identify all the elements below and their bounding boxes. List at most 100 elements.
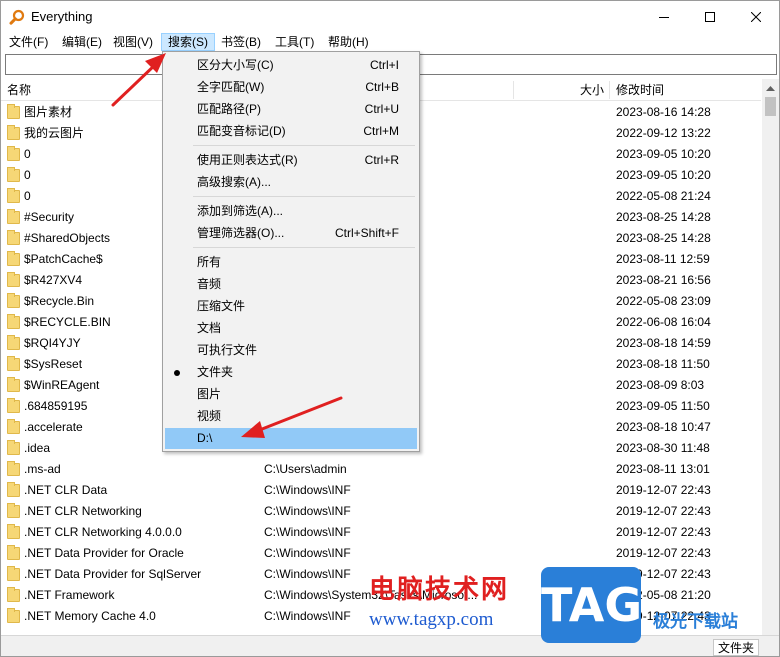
folder-icon — [7, 377, 20, 392]
menu-item-shortcut: Ctrl+Shift+F — [334, 226, 399, 240]
menu-item-label: 可执行文件 — [197, 343, 258, 357]
folder-icon — [7, 293, 20, 308]
folder-icon — [7, 461, 20, 476]
watermark-title: 电脑技术网 — [369, 574, 510, 604]
file-name: .NET Framework — [24, 588, 115, 602]
menu-item-shortcut: Ctrl+U — [364, 102, 399, 116]
file-modified: 2023-08-21 16:56 — [616, 273, 711, 287]
window-title: Everything — [31, 9, 93, 24]
search-menu-item[interactable]: D:\ — [165, 428, 417, 449]
menu-item-shortcut: Ctrl+B — [365, 80, 399, 94]
menu-item-shortcut: Ctrl+I — [369, 58, 399, 72]
column-modified[interactable]: 修改时间 — [616, 79, 664, 101]
search-menu-item[interactable]: 压缩文件 — [165, 296, 417, 317]
search-menu-item[interactable]: 音频 — [165, 274, 417, 295]
menu-file[interactable]: 文件(F) — [3, 33, 54, 51]
menu-separator — [193, 247, 415, 248]
menu-item-label: 使用正则表达式(R) — [197, 153, 298, 167]
menu-item-label: 压缩文件 — [197, 299, 246, 313]
file-modified: 2022-09-12 13:22 — [616, 126, 711, 140]
folder-icon — [7, 314, 20, 329]
table-row[interactable]: .NET CLR Data C:\Windows\INF 2019-12-07 22… — [1, 480, 761, 501]
menu-item-label: 音频 — [197, 277, 222, 291]
menu-item-label: 全字匹配(W) — [197, 80, 265, 94]
file-modified: 2023-08-11 12:59 — [616, 252, 710, 266]
search-menu-item[interactable]: 视频 — [165, 406, 417, 427]
search-menu-item[interactable]: 添加到筛选(A)... — [165, 201, 417, 222]
table-row[interactable]: .NET CLR Networking 4.0.0.0 C:\Windows\IN… — [1, 522, 761, 543]
file-name: .NET Data Provider for SqlServer — [24, 567, 202, 581]
file-modified: 2022-05-08 21:24 — [616, 189, 711, 203]
menu-help[interactable]: 帮助(H) — [322, 33, 375, 51]
folder-icon — [7, 272, 20, 287]
table-row[interactable]: .NET Data Provider for Oracle C:\Windows\… — [1, 543, 761, 564]
search-menu-item[interactable]: 所有 — [165, 252, 417, 273]
scroll-thumb[interactable] — [765, 97, 776, 116]
folder-icon — [7, 524, 20, 539]
column-divider[interactable] — [609, 81, 610, 99]
magnifier-app-icon — [9, 9, 25, 25]
search-menu-item[interactable]: 匹配变音标记(D) Ctrl+M — [165, 121, 417, 142]
file-modified: 2022-06-08 16:04 — [616, 315, 711, 329]
folder-icon — [7, 587, 20, 602]
menu-separator — [193, 196, 415, 197]
chevron-up-icon — [766, 85, 775, 91]
file-modified: 2019-12-07 22:43 — [616, 483, 711, 497]
search-menu-item[interactable]: 高级搜索(A)... — [165, 172, 417, 193]
table-row[interactable]: .ms-ad C:\Users\admin 2023-08-11 13:01 — [1, 459, 761, 480]
search-menu-item[interactable]: 区分大小写(C) Ctrl+I — [165, 55, 417, 76]
file-name: .NET CLR Networking — [24, 504, 142, 518]
folder-icon — [7, 419, 20, 434]
folder-icon — [7, 566, 20, 581]
file-modified: 2023-08-09 8:03 — [616, 378, 705, 392]
menu-view[interactable]: 视图(V) — [107, 33, 159, 51]
file-path: C:\Users\admin — [264, 462, 347, 476]
folder-icon — [7, 335, 20, 350]
folder-icon — [7, 209, 20, 224]
file-name: .ms-ad — [24, 462, 61, 476]
menu-search[interactable]: 搜索(S) — [161, 33, 215, 51]
menu-bookmarks[interactable]: 书签(B) — [215, 33, 267, 51]
minimize-button[interactable] — [641, 1, 687, 32]
folder-icon — [7, 104, 20, 119]
menu-tools[interactable]: 工具(T) — [269, 33, 320, 51]
everything-window: Everything 文件(F) 编辑(E) 视图(V) 搜索(S) 书签(B)… — [0, 0, 780, 657]
search-menu-item[interactable]: 可执行文件 — [165, 340, 417, 361]
folder-icon — [7, 167, 20, 182]
table-row[interactable]: .NET CLR Networking C:\Windows\INF 2019-12… — [1, 501, 761, 522]
folder-icon — [7, 608, 20, 623]
menu-separator — [193, 145, 415, 146]
file-modified: 2023-08-25 14:28 — [616, 231, 711, 245]
folder-icon — [7, 251, 20, 266]
menu-item-label: 高级搜索(A)... — [197, 175, 271, 189]
file-modified: 2023-08-11 13:01 — [616, 462, 710, 476]
column-name[interactable]: 名称 — [7, 79, 31, 101]
scroll-up-arrow[interactable] — [762, 79, 779, 96]
search-menu-item[interactable]: 图片 — [165, 384, 417, 405]
vertical-scrollbar[interactable] — [762, 79, 779, 635]
folder-icon — [7, 398, 20, 413]
folder-icon — [7, 146, 20, 161]
menu-bar: 文件(F) 编辑(E) 视图(V) 搜索(S) 书签(B) 工具(T) 帮助(H… — [1, 32, 779, 52]
column-size[interactable]: 大小 — [580, 79, 604, 101]
close-button[interactable] — [733, 1, 779, 32]
search-menu-item[interactable]: 匹配路径(P) Ctrl+U — [165, 99, 417, 120]
file-path: C:\Windows\INF — [264, 546, 351, 560]
menu-item-label: 添加到筛选(A)... — [197, 204, 283, 218]
search-menu-item[interactable]: 文档 — [165, 318, 417, 339]
file-modified: 2023-09-05 11:50 — [616, 399, 710, 413]
column-divider[interactable] — [513, 81, 514, 99]
search-menu-item[interactable]: 使用正则表达式(R) Ctrl+R — [165, 150, 417, 171]
file-modified: 2023-08-25 14:28 — [616, 210, 711, 224]
search-menu-item[interactable]: 文件夹 — [165, 362, 417, 383]
menu-item-label: 匹配变音标记(D) — [197, 124, 286, 138]
maximize-button[interactable] — [687, 1, 733, 32]
menu-edit[interactable]: 编辑(E) — [56, 33, 108, 51]
search-menu-dropdown: 区分大小写(C) Ctrl+I 全字匹配(W) Ctrl+B 匹配路径(P) Ctrl+U… — [162, 51, 420, 452]
search-menu-item[interactable]: 管理筛选器(O)... Ctrl+Shift+F — [165, 223, 417, 244]
file-modified: 2023-08-16 14:28 — [616, 105, 711, 119]
folder-icon — [7, 503, 20, 518]
title-bar: Everything — [1, 1, 779, 32]
search-menu-item[interactable]: 全字匹配(W) Ctrl+B — [165, 77, 417, 98]
file-modified: 2019-12-07 22:43 — [616, 504, 711, 518]
